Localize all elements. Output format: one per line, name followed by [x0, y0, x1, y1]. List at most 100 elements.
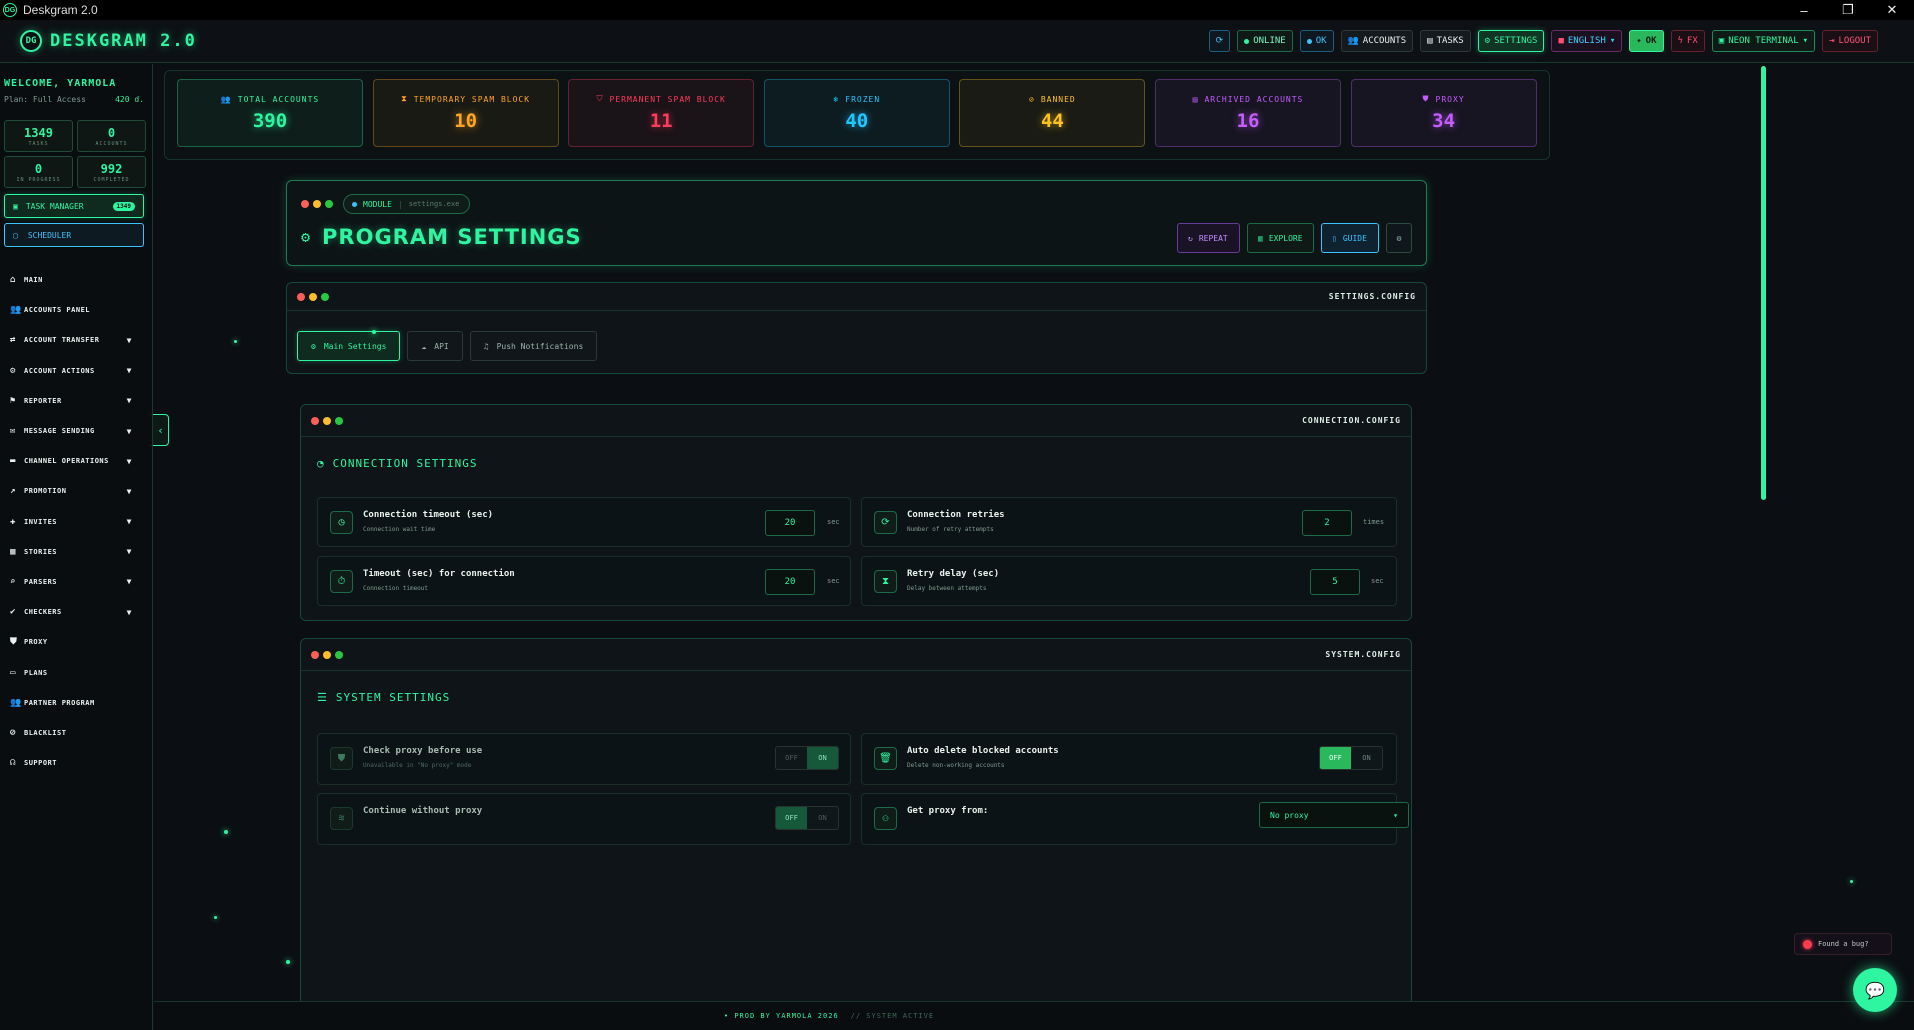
settings-button[interactable]: ⚙ SETTINGS — [1477, 30, 1545, 52]
kpi-card[interactable]: ⧗ TEMPORARY SPAM BLOCK 10 — [372, 79, 559, 147]
refresh-button[interactable]: ⟳ — [1208, 30, 1231, 52]
tab-api[interactable]: ☁ API — [407, 331, 463, 361]
repeat-button[interactable]: ↻ REPEAT — [1177, 223, 1240, 253]
settings-config-window: SETTINGS.CONFIG ⚙ Main Settings ☁ API ♫ Pus… — [286, 282, 1427, 374]
footer-dot-icon: • — [723, 1012, 735, 1020]
minimize-button[interactable]: – — [1782, 0, 1826, 20]
sidebar-item-message-sending[interactable]: ✉ MESSAGE SENDING ▼ — [0, 416, 152, 446]
sidebar-item-main[interactable]: ⌂ MAIN — [0, 265, 152, 295]
sidebar-nav: ⌂ MAIN 👥 ACCOUNTS PANEL ⇄ ACCOUNT TRANSFER ▼… — [0, 265, 152, 778]
close-button[interactable]: ✕ — [1870, 0, 1914, 20]
explore-button[interactable]: ▥ EXPLORE — [1247, 223, 1314, 253]
sidebar-item-invites[interactable]: ✚ INVITES ▼ — [0, 507, 152, 537]
kpi-card[interactable]: ⛉ PERMANENT SPAM BLOCK 11 — [568, 79, 755, 147]
language-label: ENGLISH — [1567, 36, 1606, 46]
kpi-card[interactable]: ▤ ARCHIVED ACCOUNTS 16 — [1155, 79, 1341, 147]
sidebar-item-proxy[interactable]: ⛊ PROXY — [0, 627, 152, 657]
sidebar-item-accounts-panel[interactable]: 👥 ACCOUNTS PANEL — [0, 295, 152, 325]
sidebar-item-stories[interactable]: ▦ STORIES ▼ — [0, 537, 152, 567]
app-logo-icon: DG — [3, 3, 17, 17]
nav-label: ACCOUNT ACTIONS — [24, 366, 95, 375]
sidebar-item-checkers[interactable]: ✔ CHECKERS ▼ — [0, 597, 152, 627]
sidebar-item-support[interactable]: ☊ SUPPORT — [0, 748, 152, 778]
bug-button-label: Found a bug? — [1818, 940, 1869, 948]
scrollbar[interactable] — [1761, 66, 1766, 500]
sidebar-item-parsers[interactable]: ⌕ PARSERS ▼ — [0, 567, 152, 597]
toggle-off[interactable]: OFF — [776, 807, 807, 829]
plans-icon: ▭ — [10, 667, 16, 678]
connection-timeout-input[interactable]: 20 — [765, 510, 815, 536]
scheduler-button[interactable]: ▢ SCHEDULER — [4, 223, 144, 247]
nav-label: PROMOTION — [24, 487, 67, 496]
kpi-card[interactable]: ⛊ PROXY 34 — [1350, 79, 1537, 147]
toggle-on[interactable]: ON — [807, 747, 838, 769]
logout-button[interactable]: ⇥ LOGOUT — [1822, 30, 1878, 52]
setting-title: Auto delete blocked accounts — [907, 746, 1059, 756]
report-bug-button[interactable]: Found a bug? — [1794, 933, 1892, 955]
explore-icon: ▥ — [1258, 233, 1263, 243]
stat-value: 0 — [107, 125, 116, 140]
connection-retries-input[interactable]: 2 — [1302, 510, 1352, 536]
auto-delete-row: 🗑 Auto delete blocked accounts Delete no… — [861, 733, 1397, 785]
clipboard-icon: ▤ — [1427, 36, 1433, 46]
stopwatch-icon: ⏱ — [330, 570, 353, 593]
kpi-card[interactable]: ⊘ BANNED 44 — [959, 79, 1146, 147]
sidebar-item-account-actions[interactable]: ⚙ ACCOUNT ACTIONS ▼ — [0, 356, 152, 386]
accounts-button[interactable]: 👥 ACCOUNTS — [1340, 30, 1414, 52]
theme-select[interactable]: ▣ NEON TERMINAL ▾ — [1711, 30, 1816, 52]
program-settings-header: MODULE | settings.exe ⚙ PROGRAM SETTINGS… — [286, 180, 1427, 266]
stat-value: 0 — [34, 161, 43, 176]
decor-spark — [372, 330, 376, 334]
nav-label: REPORTER — [24, 396, 62, 405]
nav-label: PLANS — [24, 668, 48, 677]
nav-label: ACCOUNTS PANEL — [24, 306, 91, 315]
toggle-on[interactable]: ON — [807, 807, 838, 829]
chevron-down-icon: ▾ — [1609, 36, 1616, 46]
check-proxy-toggle[interactable]: OFF ON — [775, 746, 839, 770]
tab-push-notifications[interactable]: ♫ Push Notifications — [469, 331, 598, 361]
kpi-value: 44 — [1040, 109, 1064, 132]
stat-label: ACCOUNTS — [95, 140, 128, 147]
tasks-button[interactable]: ▤ TASKS — [1420, 30, 1471, 52]
caret-down-icon: ▼ — [126, 547, 132, 557]
sidebar-item-partner-program[interactable]: 👥 PARTNER PROGRAM — [0, 688, 152, 718]
sidebar-item-account-transfer[interactable]: ⇄ ACCOUNT TRANSFER ▼ — [0, 325, 152, 355]
chat-button[interactable]: 💬 — [1853, 968, 1897, 1012]
page-settings-button[interactable]: ⚙ — [1386, 223, 1412, 253]
ok-button[interactable]: ✦ OK — [1629, 30, 1664, 52]
kpi-card[interactable]: 👥 TOTAL ACCOUNTS 390 — [177, 79, 363, 147]
auto-delete-toggle[interactable]: OFF ON — [1319, 746, 1383, 770]
maximize-button[interactable]: ❐ — [1826, 0, 1870, 20]
retry-delay-input[interactable]: 5 — [1310, 569, 1360, 595]
proxy-source-select[interactable]: No proxy ▾ — [1259, 802, 1409, 828]
decor-spark — [1850, 880, 1853, 883]
task-manager-button[interactable]: ▣ TASK MANAGER 1349 — [4, 194, 144, 218]
fx-label: FX — [1686, 36, 1698, 46]
sidebar-item-reporter[interactable]: ⚑ REPORTER ▼ — [0, 386, 152, 416]
tab-main-settings[interactable]: ⚙ Main Settings — [297, 331, 401, 361]
sidebar-item-plans[interactable]: ▭ PLANS — [0, 657, 152, 687]
timeout-for-connection-input[interactable]: 20 — [765, 569, 815, 595]
toggle-off[interactable]: OFF — [1320, 747, 1351, 769]
kpi-label: TEMPORARY SPAM BLOCK — [413, 94, 531, 104]
language-select[interactable]: ■ ENGLISH ▾ — [1551, 30, 1623, 52]
brand[interactable]: DG DESKGRAM 2.0 — [0, 30, 197, 52]
flag-icon: ⚑ — [10, 395, 16, 406]
kpi-card[interactable]: ❄ FROZEN 40 — [763, 79, 950, 147]
plan-days: 420 d. — [115, 95, 144, 104]
continue-without-proxy-toggle[interactable]: OFF ON — [775, 806, 839, 830]
kpi-label: TOTAL ACCOUNTS — [237, 94, 320, 104]
user-transfer-icon: ⇄ — [10, 335, 16, 346]
window-traffic-lights — [311, 416, 343, 425]
select-value: No proxy — [1270, 810, 1309, 820]
chevron-down-icon: ▾ — [1393, 810, 1398, 820]
toggle-on[interactable]: ON — [1351, 747, 1382, 769]
sidebar-item-blacklist[interactable]: ⊘ BLACKLIST — [0, 718, 152, 748]
decor-spark — [224, 830, 228, 834]
toggle-off[interactable]: OFF — [776, 747, 807, 769]
users-icon: 👥 — [1347, 36, 1359, 46]
guide-button[interactable]: ▯ GUIDE — [1321, 223, 1379, 253]
sidebar-item-promotion[interactable]: ↗ PROMOTION ▼ — [0, 476, 152, 506]
sidebar-item-channel-operations[interactable]: ▬ CHANNEL OPERATIONS ▼ — [0, 446, 152, 476]
fx-button[interactable]: ϟ FX — [1670, 30, 1705, 52]
